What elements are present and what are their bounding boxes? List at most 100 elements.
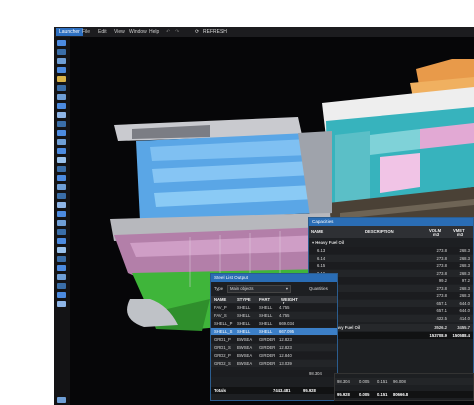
plate-tool-icon[interactable]	[57, 121, 66, 127]
redo-icon[interactable]: ↷	[175, 29, 179, 35]
split-tool-icon[interactable]	[57, 211, 66, 217]
frame-tool-icon[interactable]	[57, 85, 66, 91]
menu-view[interactable]: View	[114, 29, 125, 35]
cap-vcm: 422.5	[436, 315, 447, 321]
bracket-tool-icon[interactable]	[57, 148, 66, 154]
steel-output-extension: 98.304 0.005 0.151 96.008 95.928 0.005 0…	[334, 373, 474, 401]
cap-vcm: 657.1	[436, 308, 447, 313]
ext-val-3: 0.151	[377, 379, 388, 384]
col-vmet-unit: m3	[457, 232, 464, 237]
view-tool-icon[interactable]	[57, 256, 66, 262]
steel-totals-row: Totals 7443.481 95.928	[211, 387, 337, 394]
table-row[interactable]: 6.14 273.8 268.3	[309, 254, 473, 262]
capacities-title: Capacities	[309, 218, 473, 226]
axis-indicator-icon	[57, 397, 66, 403]
type-label: Type	[214, 286, 224, 291]
app-window: Launcher File Edit View Window Help ↶ ↷ …	[54, 27, 474, 405]
3d-viewport[interactable]: Capacities NAME DESCRIPTION VOLM m3 VMET…	[70, 37, 474, 405]
table-row[interactable]: FAV_S SHELL SHELL 4.755	[211, 312, 337, 319]
surface-tool-icon[interactable]	[57, 76, 66, 82]
type-select[interactable]: Main objects ▾	[227, 285, 291, 293]
cap-vcm: 273.8	[436, 293, 447, 298]
cap-vcm: 273.8	[436, 248, 447, 253]
table-row[interactable]: 6.15 273.8 268.3	[309, 262, 473, 269]
pan-tool-icon[interactable]	[57, 274, 66, 280]
table-row[interactable]: FAV_P SHELL SHELL 4.755	[211, 304, 337, 311]
table-row[interactable]: GRD2_P BWSEA GIRDER 12.840	[211, 352, 337, 359]
layer-tool-icon[interactable]	[57, 292, 66, 298]
ext-total-2: 95.928	[337, 392, 350, 397]
steel-stype: SHELL	[237, 305, 251, 310]
select-tool-icon[interactable]	[57, 40, 66, 46]
steel-stype: SHELL	[237, 313, 251, 318]
refresh-icon[interactable]: ⟳	[195, 29, 199, 35]
bulkhead-tool-icon[interactable]	[57, 103, 66, 109]
steel-stype: SHELL	[237, 321, 251, 326]
col-description[interactable]: DESCRIPTION	[365, 228, 394, 235]
steel-part: GIRDER	[259, 345, 276, 350]
col-name[interactable]: NAME	[311, 228, 323, 235]
move-tool-icon[interactable]	[57, 193, 66, 199]
refresh-button[interactable]: REFRESH	[203, 29, 227, 35]
table-row[interactable]: 6.13 273.8 268.3	[309, 247, 473, 254]
steel-stype: BWSEA	[237, 353, 253, 358]
steel-extra-row: 98.304	[211, 370, 337, 377]
steel-name: FAV_P	[214, 305, 227, 310]
opening-tool-icon[interactable]	[57, 130, 66, 136]
cap-vcm: 273.8	[436, 285, 447, 291]
steel-weight: 667.095	[279, 329, 295, 334]
point-tool-icon[interactable]	[57, 247, 66, 253]
curve-tool-icon[interactable]	[57, 67, 66, 73]
copy-tool-icon[interactable]	[57, 184, 66, 190]
cap-vcm: 99.2	[438, 278, 447, 283]
group-total-vmet: 3455.7	[457, 325, 470, 330]
steel-part: GIRDER	[259, 337, 276, 342]
table-row[interactable]: GRD2_S BWSEA GIRDER 13.039	[211, 360, 337, 367]
steel-name: GRD2_S	[214, 361, 231, 366]
steel-totals-weight: 7443.481	[273, 388, 291, 393]
cap-name: 6.14	[317, 255, 326, 261]
undo-icon[interactable]: ↶	[166, 29, 170, 35]
menu-launcher[interactable]: Launcher	[56, 28, 83, 36]
rotate-tool-icon[interactable]	[57, 202, 66, 208]
node-tool-icon[interactable]	[57, 238, 66, 244]
ext-val-1: 98.304	[337, 379, 350, 384]
col-part[interactable]: PART	[259, 296, 270, 303]
menu-help[interactable]: Help	[149, 29, 159, 35]
measure-tool-icon[interactable]	[57, 157, 66, 163]
stiffener-tool-icon[interactable]	[57, 112, 66, 118]
menu-edit[interactable]: Edit	[98, 29, 107, 35]
group-label: ▾ Heavy Fuel Oil	[312, 240, 345, 245]
deck-tool-icon[interactable]	[57, 94, 66, 100]
quantities-tab[interactable]: Quantities	[309, 286, 328, 291]
mirror-tool-icon[interactable]	[57, 175, 66, 181]
trim-tool-icon[interactable]	[57, 220, 66, 226]
steel-name: SHELL_S	[214, 329, 233, 334]
table-row[interactable]: GRD1_P BWSEA GIRDER 12.823	[211, 336, 337, 343]
cap-vcm: 273.8	[436, 263, 447, 268]
report-tool-icon[interactable]	[57, 301, 66, 307]
extend-tool-icon[interactable]	[57, 229, 66, 235]
menu-window[interactable]: Window	[129, 29, 147, 35]
steel-weight: 12.840	[279, 353, 292, 358]
extension-totals-row: 95.928 0.005 0.151 80666.8	[335, 391, 473, 398]
steel-weight: 4.755	[279, 313, 290, 318]
ext-val-4: 96.008	[393, 379, 406, 384]
grid-tool-icon[interactable]	[57, 58, 66, 64]
table-row[interactable]: GRD1_S BWSEA GIRDER 12.823	[211, 344, 337, 351]
plane-tool-icon[interactable]	[57, 49, 66, 55]
steel-part: SHELL	[259, 305, 273, 310]
steel-name: GRD1_S	[214, 345, 231, 350]
section-tool-icon[interactable]	[57, 166, 66, 172]
group-heavy-fuel-oil[interactable]: ▾ Heavy Fuel Oil	[309, 239, 473, 246]
zoom-tool-icon[interactable]	[57, 265, 66, 271]
steel-part: SHELL	[259, 329, 273, 334]
table-row[interactable]: SHELL_S SHELL SHELL 667.095	[211, 328, 337, 335]
render-tool-icon[interactable]	[57, 283, 66, 289]
compartment-tool-icon[interactable]	[57, 139, 66, 145]
table-row[interactable]: SHELL_P SHELL SHELL 669.034	[211, 320, 337, 327]
col-stype[interactable]: STYPE	[237, 296, 251, 303]
cap-name: 6.13	[317, 248, 326, 253]
col-name[interactable]: NAME	[214, 296, 226, 303]
menu-file[interactable]: File	[82, 29, 90, 35]
